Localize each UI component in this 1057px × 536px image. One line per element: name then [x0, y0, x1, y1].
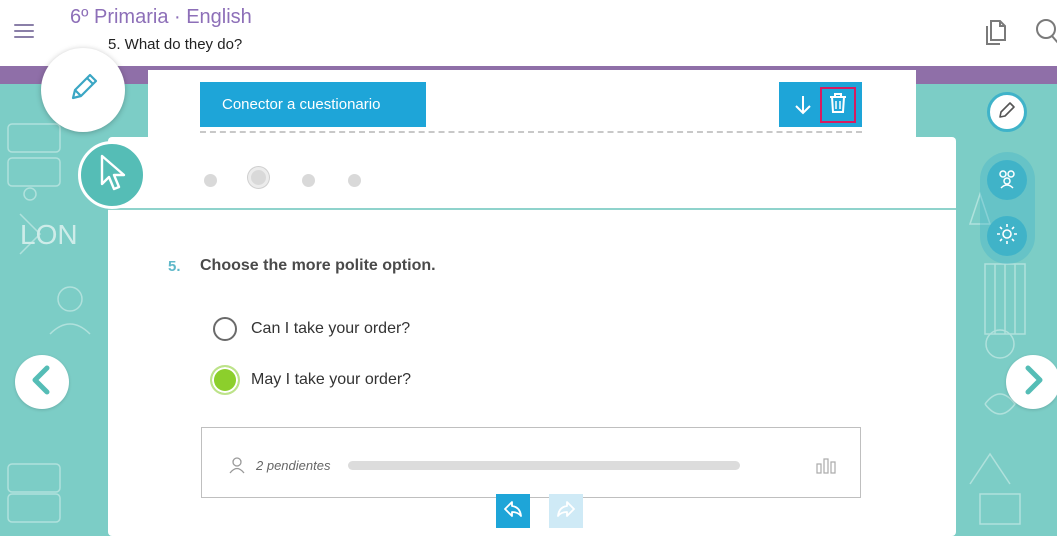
gear-icon	[995, 222, 1019, 251]
pending-count: 2 pendientes	[256, 458, 331, 473]
undo-button[interactable]	[496, 494, 530, 528]
pager-dot-active[interactable]	[248, 167, 269, 188]
question-number: 5.	[168, 258, 181, 275]
chevron-left-icon	[29, 365, 55, 400]
connector-button[interactable]: Conector a cuestionario	[200, 82, 426, 127]
users-button[interactable]	[987, 160, 1027, 200]
unit-subtitle: 5. What do they do?	[108, 36, 243, 53]
trash-icon	[828, 92, 848, 119]
pencil-tool-button[interactable]	[41, 48, 125, 132]
pencil-icon	[996, 99, 1018, 126]
connector-button-label: Conector a cuestionario	[222, 96, 381, 113]
pager-dot[interactable]	[302, 174, 315, 187]
select-tool-button[interactable]	[78, 141, 146, 209]
app-title: 6º Primaria · English	[70, 6, 252, 28]
annotate-button[interactable]	[987, 92, 1027, 132]
question-text: Choose the more polite option.	[200, 257, 436, 274]
progress-bar	[348, 461, 740, 470]
chevron-right-icon	[1020, 365, 1046, 400]
arrow-down-icon[interactable]	[789, 90, 817, 120]
search-icon[interactable]	[1030, 14, 1057, 50]
answer-option-2[interactable]: May I take your order?	[210, 365, 412, 395]
user-icon	[228, 456, 246, 474]
top-bar: 6º Primaria · English 5. What do they do…	[0, 0, 1057, 66]
next-page-button[interactable]	[1006, 355, 1057, 409]
results-panel: 2 pendientes	[201, 427, 861, 498]
header-divider	[108, 208, 956, 210]
hamburger-icon[interactable]	[14, 24, 34, 38]
svg-text:LON: LON	[20, 219, 78, 250]
option-label: May I take your order?	[251, 371, 412, 388]
copy-pages-icon[interactable]	[978, 14, 1014, 50]
connector-divider	[200, 131, 862, 133]
users-icon	[995, 166, 1019, 195]
answer-option-1[interactable]: Can I take your order?	[213, 314, 410, 344]
radio-button[interactable]	[213, 317, 237, 341]
redo-icon	[555, 498, 577, 525]
redo-button[interactable]	[549, 494, 583, 528]
pager-dot[interactable]	[348, 174, 361, 187]
bar-chart-icon[interactable]	[814, 454, 838, 474]
delete-button[interactable]	[820, 87, 856, 123]
previous-page-button[interactable]	[15, 355, 69, 409]
undo-icon	[502, 498, 524, 525]
radio-button-selected[interactable]	[210, 365, 240, 395]
pager-dot[interactable]	[204, 174, 217, 187]
pointer-cursor-icon	[92, 151, 132, 200]
option-label: Can I take your order?	[251, 320, 411, 337]
pencil-icon	[63, 68, 103, 113]
settings-button[interactable]	[987, 216, 1027, 256]
